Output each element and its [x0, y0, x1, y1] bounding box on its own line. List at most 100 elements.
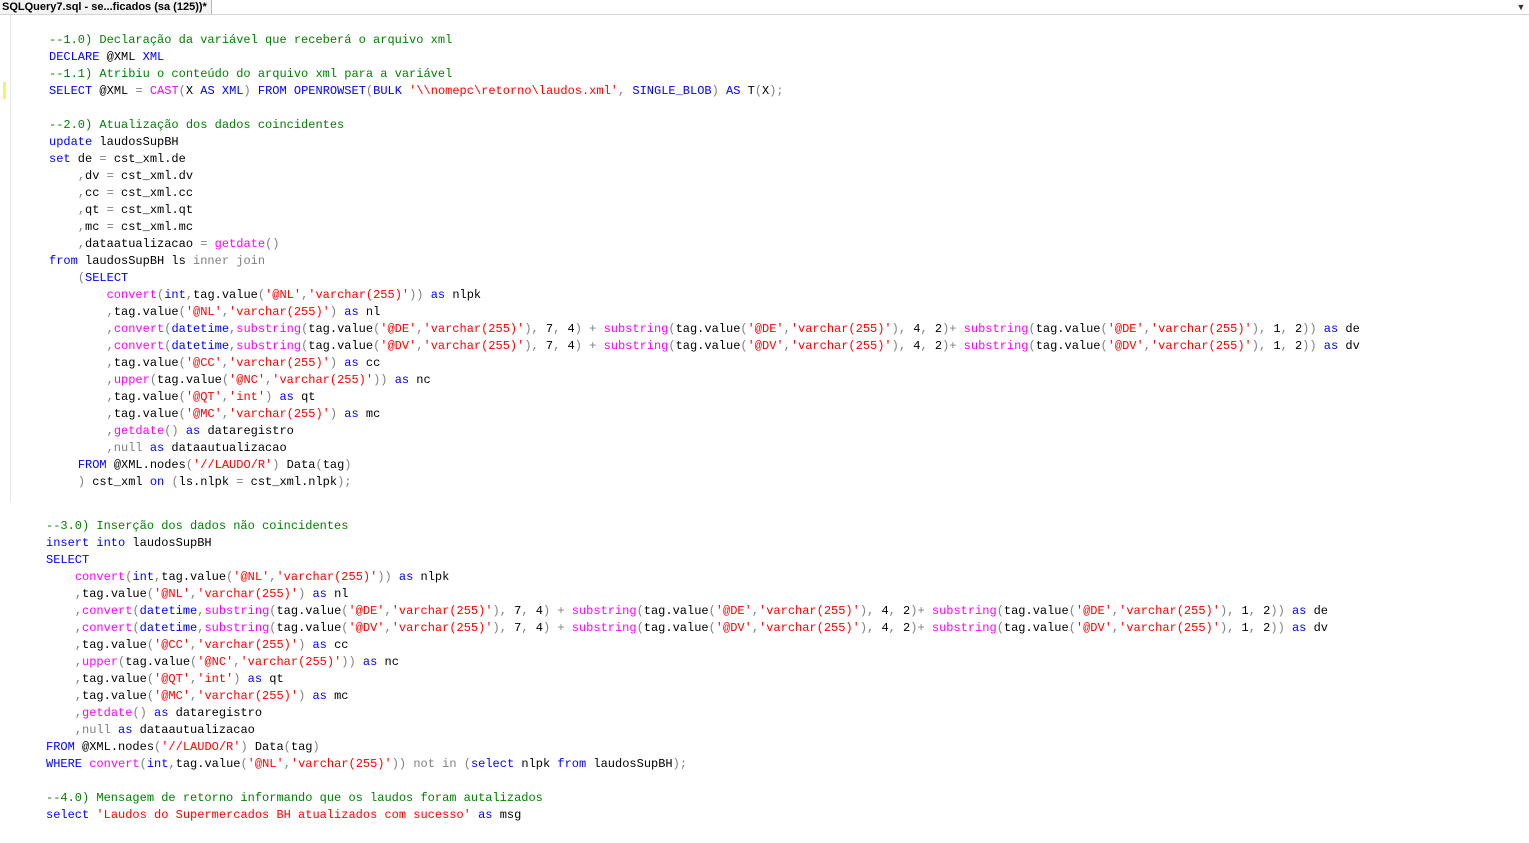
operator-token: ,: [74, 706, 83, 720]
identifier-token: tag.value: [1035, 339, 1101, 353]
operator-token: (: [221, 373, 230, 387]
operator-token: )): [377, 570, 392, 584]
identifier-token: 2: [1255, 604, 1271, 618]
keyword-token: as: [185, 424, 201, 438]
function-token: convert: [89, 757, 140, 771]
code-line: SELECT @XML = CAST(X AS XML) FROM OPENRO…: [49, 83, 1360, 100]
operator-token: (: [636, 604, 644, 618]
string-token: 'varchar(255)': [759, 604, 860, 618]
document-tab[interactable]: SQLQuery7.sql - se...ficados (sa (125))*: [0, 0, 212, 14]
identifier-token: tag.value: [125, 655, 191, 669]
keyword-token: XML: [142, 50, 165, 64]
code-block-update[interactable]: --1.0) Declaração da variável que recebe…: [49, 32, 1360, 491]
code-line: SELECT: [46, 552, 1328, 569]
identifier-token: dv: [85, 169, 107, 183]
operator-token: (): [132, 706, 147, 720]
operator-token: (: [315, 458, 323, 472]
operator-token: ,: [521, 604, 529, 618]
identifier-token: tag.value: [175, 757, 241, 771]
function-token: CAST: [149, 84, 179, 98]
identifier-token: 4: [906, 322, 921, 336]
keyword-token: as: [247, 672, 263, 686]
operator-token: ),: [891, 322, 907, 336]
identifier-token: cst_xml.mc: [113, 220, 194, 234]
identifier-token: [49, 390, 107, 404]
identifier-token: 7: [506, 621, 522, 635]
operator-token: ),: [1219, 604, 1235, 618]
identifier-token: [356, 655, 363, 669]
operator-token: (: [132, 621, 140, 635]
keyword-token: from: [557, 757, 587, 771]
operator-token: ,: [77, 220, 86, 234]
identifier-token: 2: [895, 604, 911, 618]
operator-token: ): [240, 740, 248, 754]
identifier-token: tag.value: [276, 604, 342, 618]
operator-token: ,: [106, 339, 114, 353]
identifier-token: tag: [290, 740, 313, 754]
string-token: '@DE': [747, 322, 784, 336]
identifier-token: [46, 723, 75, 737]
operator-token: )): [391, 757, 407, 771]
identifier-token: 2: [1287, 339, 1303, 353]
identifier-token: 7: [538, 322, 554, 336]
identifier-token: qt: [293, 390, 316, 404]
identifier-token: [46, 621, 75, 635]
code-line: ,tag.value('@CC','varchar(255)') as cc: [46, 637, 1328, 654]
comment-token: --4.0) Mensagem de retorno informando qu…: [46, 791, 543, 805]
code-line: --1.0) Declaração da variável que recebe…: [49, 32, 1360, 49]
keyword-token: int: [164, 288, 186, 302]
operator-token: =: [106, 186, 114, 200]
string-token: '@DV': [380, 339, 417, 353]
code-line: select 'Laudos do Supermercados BH atual…: [46, 807, 1328, 824]
operator-token: ),: [524, 322, 539, 336]
operator-token: ,: [74, 655, 83, 669]
operator-token: ,: [221, 407, 230, 421]
code-block-insert[interactable]: --3.0) Inserção dos dados não coincident…: [46, 518, 1328, 824]
identifier-token: [143, 441, 150, 455]
keyword-token: as: [394, 373, 410, 387]
sql-editor[interactable]: --1.0) Declaração da variável que recebe…: [0, 15, 1529, 843]
identifier-token: [49, 305, 107, 319]
operator-token: ,: [77, 186, 86, 200]
operator-token: ,: [1280, 322, 1288, 336]
keyword-token: as: [1291, 621, 1307, 635]
identifier-token: [457, 757, 464, 771]
identifier-token: [1317, 322, 1324, 336]
string-token: '@QT': [185, 390, 222, 404]
keyword-token: insert into: [46, 536, 126, 550]
code-line: ,tag.value('@NL','varchar(255)') as nl: [49, 304, 1360, 321]
identifier-token: cc: [358, 356, 381, 370]
code-line: ,null as dataautualizacao: [46, 722, 1328, 739]
identifier-token: tag.value: [157, 373, 222, 387]
identifier-token: tag.value: [675, 339, 741, 353]
identifier-token: nlpk: [413, 570, 450, 584]
identifier-token: tag.value: [82, 672, 147, 686]
identifier-token: cst_xml.dv: [113, 169, 194, 183]
identifier-token: Data: [279, 458, 316, 472]
identifier-token: 4: [874, 621, 889, 635]
identifier-token: @XML.nodes: [74, 740, 155, 754]
function-token: convert: [113, 339, 165, 353]
code-line: ,dataatualizacao = getdate(): [49, 236, 1360, 253]
keyword-token: as: [344, 356, 359, 370]
chevron-down-icon[interactable]: ▼: [1515, 1, 1527, 13]
string-token: 'varchar(255)': [1150, 322, 1252, 336]
string-token: '@NL': [247, 757, 284, 771]
identifier-token: [49, 373, 107, 387]
operator-token: ),: [492, 604, 507, 618]
function-token: substring: [571, 621, 637, 635]
identifier-token: [49, 458, 78, 472]
identifier-token: 1: [1266, 322, 1281, 336]
operator-token: ,: [751, 621, 760, 635]
identifier-token: [388, 373, 395, 387]
identifier-token: [46, 604, 75, 618]
operator-token: ,: [168, 757, 176, 771]
identifier-token: cst_xml.nlpk: [243, 475, 338, 489]
string-token: '//LAUDO/R': [193, 458, 273, 472]
operator-token: ,: [77, 203, 86, 217]
operator-token: (: [146, 587, 155, 601]
operator-token: ,: [74, 587, 83, 601]
keyword-token: datetime: [171, 339, 230, 353]
string-token: 'varchar(255)': [423, 339, 525, 353]
identifier-token: @XML: [99, 50, 143, 64]
